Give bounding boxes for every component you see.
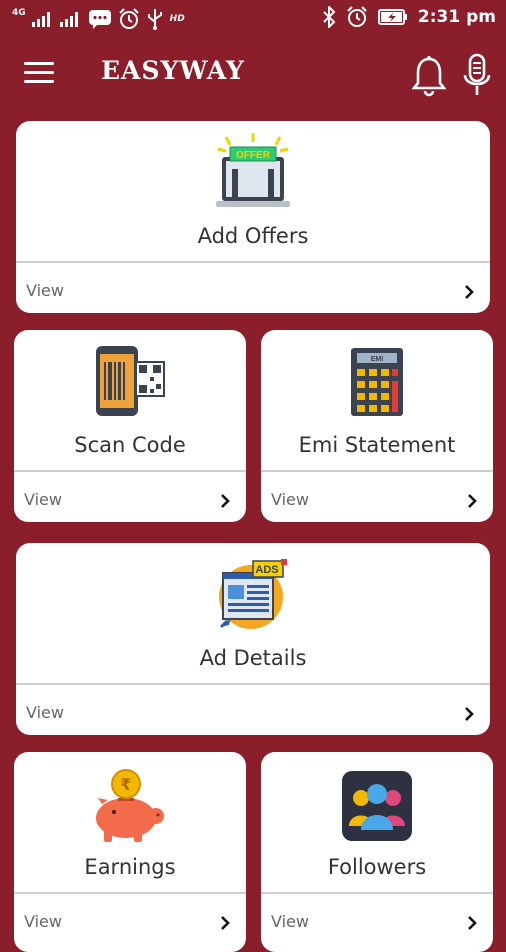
chevron-right-icon[interactable]	[462, 285, 476, 299]
card-divider	[16, 261, 490, 263]
offer-laptop-icon: OFFER	[216, 133, 290, 207]
scan-code-card[interactable]: Scan Code View	[14, 330, 246, 522]
message-icon	[88, 10, 111, 29]
chevron-right-icon[interactable]	[218, 494, 232, 508]
view-link[interactable]: View	[271, 490, 309, 509]
alarm-clock-icon	[347, 6, 367, 27]
ads-newspaper-icon: ADS	[219, 559, 287, 629]
usb-icon	[147, 9, 162, 30]
app-title: EASYWAY	[101, 56, 245, 85]
view-link[interactable]: View	[26, 281, 64, 300]
hamburger-menu-icon[interactable]	[24, 62, 54, 88]
chevron-right-icon[interactable]	[462, 707, 476, 721]
piggy-bank-icon: ₹	[96, 769, 164, 842]
microphone-icon[interactable]	[462, 53, 492, 99]
card-title-followers: Followers	[327, 855, 427, 879]
hd-label: HD	[169, 14, 185, 24]
view-link[interactable]: View	[271, 912, 309, 931]
status-left: 4G HD	[12, 8, 185, 30]
battery-charging-icon	[377, 9, 407, 25]
chevron-right-icon[interactable]	[465, 494, 479, 508]
card-divider	[14, 470, 246, 472]
ad-details-card[interactable]: ADS Ad Details View	[16, 543, 490, 735]
view-link[interactable]: View	[24, 490, 62, 509]
chevron-right-icon[interactable]	[218, 916, 232, 930]
card-title-emi-statement: Emi Statement	[298, 433, 456, 457]
signal-icon	[31, 12, 50, 27]
offer-sign-text: OFFER	[236, 150, 271, 161]
emi-display-text: EMI	[371, 356, 384, 363]
people-group-icon	[342, 771, 412, 841]
status-time: 2:31 pm	[417, 7, 496, 27]
calculator-icon: EMI	[351, 348, 403, 416]
add-offers-card[interactable]: OFFER Add Offers View	[16, 121, 490, 313]
view-link[interactable]: View	[26, 703, 64, 722]
view-link[interactable]: View	[24, 912, 62, 931]
status-right: 2:31 pm	[322, 6, 496, 28]
bluetooth-icon	[323, 6, 336, 28]
card-title-scan-code: Scan Code	[74, 433, 186, 457]
emi-statement-card[interactable]: EMI Emi Statement View	[261, 330, 493, 522]
rupee-coin-text: ₹	[120, 775, 131, 794]
alarm-icon	[118, 8, 139, 29]
card-divider	[16, 683, 490, 685]
followers-card[interactable]: Followers View	[261, 752, 493, 952]
qr-scanner-phone-icon	[96, 346, 165, 416]
ads-badge-text: ADS	[255, 564, 278, 576]
app-bar: EASYWAY	[0, 40, 506, 110]
signal-icon-2	[59, 12, 78, 27]
card-divider	[261, 892, 493, 894]
card-title-ad-details: Ad Details	[199, 646, 307, 670]
card-title-add-offers: Add Offers	[197, 224, 309, 248]
earnings-card[interactable]: ₹ Earnings View	[14, 752, 246, 952]
card-title-earnings: Earnings	[84, 855, 176, 879]
card-divider	[261, 470, 493, 472]
status-bar: 4G HD 2:31 pm	[0, 0, 506, 38]
chevron-right-icon[interactable]	[465, 916, 479, 930]
notification-bell-icon[interactable]	[412, 55, 446, 97]
card-divider	[14, 892, 246, 894]
network-type-label: 4G	[12, 8, 26, 18]
